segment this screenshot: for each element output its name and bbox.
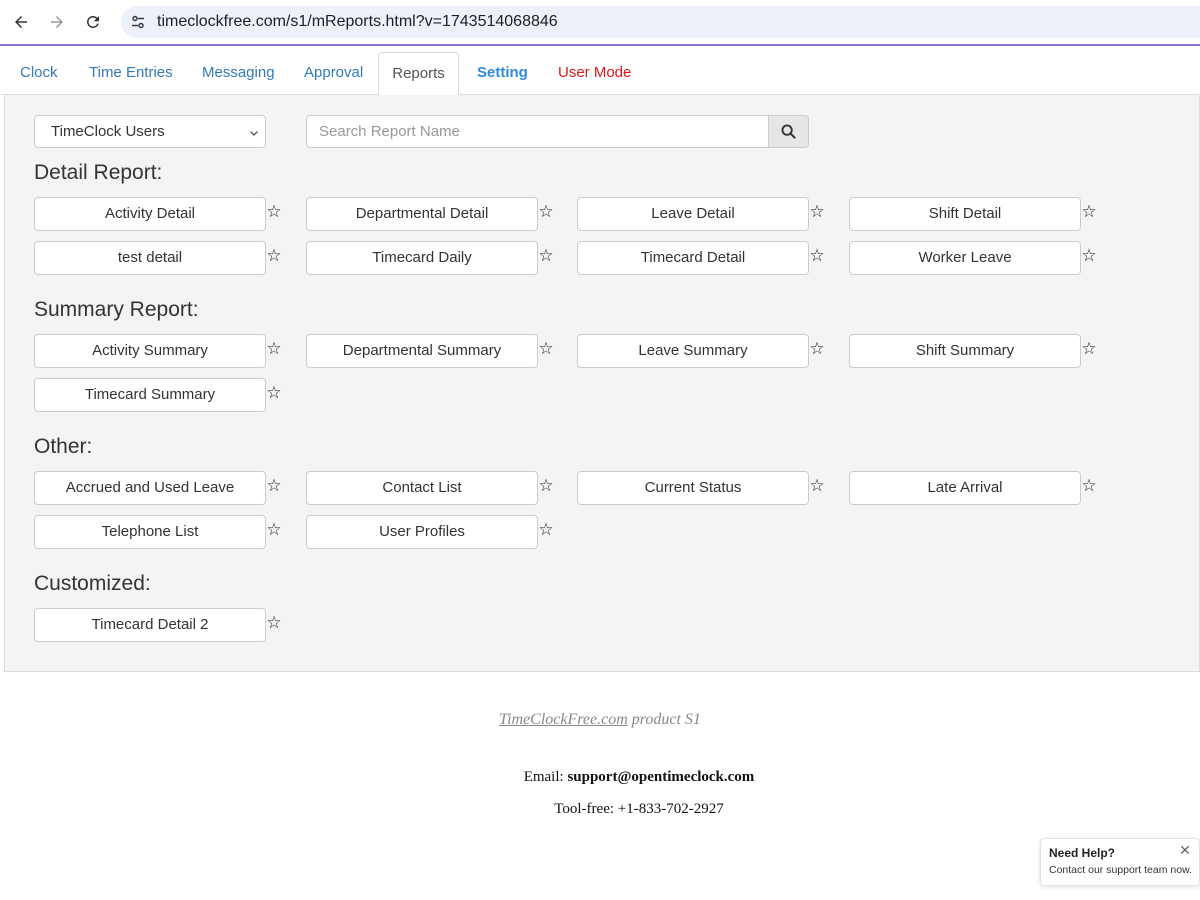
favorite-star-icon[interactable]: ☆ [265, 203, 283, 221]
report-telephone-list[interactable]: Telephone List [34, 515, 266, 549]
support-email[interactable]: support@opentimeclock.com [567, 769, 754, 785]
url-text[interactable]: timeclockfree.com/s1/mReports.html?v=174… [157, 13, 558, 31]
report-accrued-used-leave[interactable]: Accrued and Used Leave [34, 471, 266, 505]
favorite-star-icon[interactable]: ☆ [1080, 340, 1098, 358]
user-group-select[interactable]: TimeClock Users [34, 115, 266, 148]
report-timecard-detail[interactable]: Timecard Detail [577, 241, 809, 275]
search-icon [781, 124, 796, 139]
report-leave-detail[interactable]: Leave Detail [577, 197, 809, 231]
report-shift-summary[interactable]: Shift Summary [849, 334, 1081, 368]
favorite-star-icon[interactable]: ☆ [265, 340, 283, 358]
report-timecard-daily[interactable]: Timecard Daily [306, 241, 538, 275]
footer-phone: Tool-free: +1-833-702-2927 [0, 801, 1200, 818]
product-link[interactable]: TimeClockFree.com [499, 711, 628, 728]
favorite-star-icon[interactable]: ☆ [265, 521, 283, 539]
report-activity-summary[interactable]: Activity Summary [34, 334, 266, 368]
section-title-customized: Customized: [34, 572, 151, 595]
favorite-star-icon[interactable]: ☆ [808, 203, 826, 221]
report-worker-leave[interactable]: Worker Leave [849, 241, 1081, 275]
favorite-star-icon[interactable]: ☆ [537, 340, 555, 358]
favorite-star-icon[interactable]: ☆ [265, 247, 283, 265]
favorite-star-icon[interactable]: ☆ [265, 384, 283, 402]
nav-tabs: Clock Time Entries Messaging Approval Re… [0, 52, 1200, 96]
report-user-profiles[interactable]: User Profiles [306, 515, 538, 549]
footer-email: Email: support@opentimeclock.com [0, 769, 1200, 786]
back-button[interactable] [8, 9, 34, 35]
chevron-down-icon [250, 131, 258, 136]
help-widget[interactable]: Need Help? Contact our support team now.… [1040, 838, 1200, 886]
favorite-star-icon[interactable]: ☆ [1080, 203, 1098, 221]
tab-messaging[interactable]: Messaging [202, 52, 275, 95]
report-timecard-summary[interactable]: Timecard Summary [34, 378, 266, 412]
report-shift-detail[interactable]: Shift Detail [849, 197, 1081, 231]
report-timecard-detail-2[interactable]: Timecard Detail 2 [34, 608, 266, 642]
tab-setting[interactable]: Setting [477, 52, 528, 95]
section-title-summary: Summary Report: [34, 298, 199, 321]
favorite-star-icon[interactable]: ☆ [1080, 247, 1098, 265]
phone-label: Tool-free: [554, 801, 618, 817]
favorite-star-icon[interactable]: ☆ [808, 340, 826, 358]
tab-approval[interactable]: Approval [304, 52, 363, 95]
arrow-left-icon [15, 16, 27, 28]
favorite-star-icon[interactable]: ☆ [808, 247, 826, 265]
email-label: Email: [523, 769, 568, 785]
user-group-select-value: TimeClock Users [51, 123, 165, 140]
report-contact-list[interactable]: Contact List [306, 471, 538, 505]
favorite-star-icon[interactable]: ☆ [537, 521, 555, 539]
favorite-star-icon[interactable]: ☆ [1080, 477, 1098, 495]
tab-user-mode[interactable]: User Mode [558, 52, 631, 95]
close-icon[interactable]: ✕ [1178, 843, 1192, 857]
favorite-star-icon[interactable]: ☆ [808, 477, 826, 495]
report-late-arrival[interactable]: Late Arrival [849, 471, 1081, 505]
help-title: Need Help? [1049, 846, 1116, 860]
forward-button[interactable] [44, 9, 70, 35]
report-departmental-detail[interactable]: Departmental Detail [306, 197, 538, 231]
address-bar[interactable]: timeclockfree.com/s1/mReports.html?v=174… [121, 6, 1200, 38]
product-suffix: product S1 [627, 711, 701, 728]
tab-reports[interactable]: Reports [378, 52, 459, 96]
search-button[interactable] [768, 115, 809, 148]
help-subtitle: Contact our support team now. [1049, 864, 1192, 876]
footer-product: TimeClockFree.com product S1 [0, 711, 1200, 729]
favorite-star-icon[interactable]: ☆ [265, 614, 283, 632]
report-leave-summary[interactable]: Leave Summary [577, 334, 809, 368]
favorite-star-icon[interactable]: ☆ [537, 247, 555, 265]
favorite-star-icon[interactable]: ☆ [537, 477, 555, 495]
favorite-star-icon[interactable]: ☆ [265, 477, 283, 495]
browser-toolbar: timeclockfree.com/s1/mReports.html?v=174… [0, 0, 1200, 46]
arrow-right-icon [51, 16, 63, 28]
tune-icon[interactable] [130, 14, 146, 30]
support-phone[interactable]: +1-833-702-2927 [618, 801, 724, 817]
tab-clock[interactable]: Clock [20, 52, 58, 95]
report-current-status[interactable]: Current Status [577, 471, 809, 505]
favorite-star-icon[interactable]: ☆ [537, 203, 555, 221]
section-title-detail: Detail Report: [34, 161, 163, 184]
report-search-input[interactable]: Search Report Name [306, 115, 770, 148]
reload-icon [87, 16, 99, 28]
section-title-other: Other: [34, 435, 93, 458]
report-activity-detail[interactable]: Activity Detail [34, 197, 266, 231]
report-test-detail[interactable]: test detail [34, 241, 266, 275]
reload-button[interactable] [80, 9, 106, 35]
report-departmental-summary[interactable]: Departmental Summary [306, 334, 538, 368]
tab-time-entries[interactable]: Time Entries [89, 52, 173, 95]
